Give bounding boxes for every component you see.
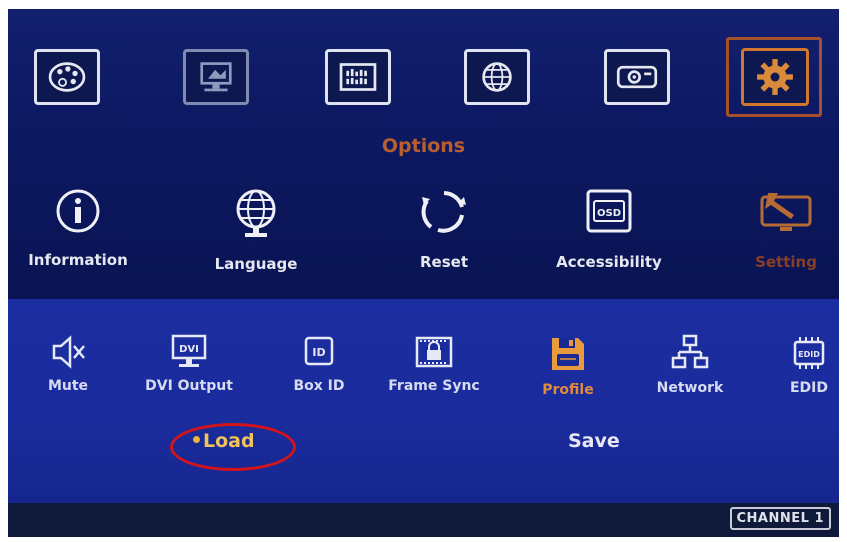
- video-wall-icon: [339, 63, 377, 91]
- monitor-icon: [200, 62, 232, 92]
- tool-box-id[interactable]: ID Box ID: [280, 334, 358, 394]
- tool-label: Network: [656, 380, 724, 396]
- svg-text:OSD: OSD: [597, 208, 621, 219]
- menu-globe[interactable]: [464, 49, 530, 105]
- tool-dvi-output[interactable]: DVI DVI Output: [130, 334, 248, 394]
- profile-icon: [552, 338, 584, 370]
- frame-sync-icon: [415, 336, 453, 368]
- language-globe-icon: [236, 189, 276, 237]
- submenu-setting[interactable]: Setting: [736, 187, 836, 271]
- tool-edid[interactable]: EDID EDID: [780, 334, 838, 396]
- gear-icon: [757, 59, 793, 95]
- save-label: Save: [568, 430, 620, 452]
- submenu-label: Accessibility: [556, 253, 662, 271]
- submenu-information[interactable]: Information: [10, 187, 146, 269]
- tool-mute[interactable]: Mute: [38, 334, 98, 394]
- globe-icon: [482, 62, 512, 92]
- menu-settings[interactable]: [741, 48, 809, 106]
- submenu-tools-panel: [8, 299, 839, 503]
- submenu-reset[interactable]: Reset: [394, 187, 494, 271]
- edid-icon: EDID: [793, 337, 825, 369]
- projector-icon: [616, 65, 658, 89]
- tool-label: EDID: [789, 380, 828, 396]
- menu-projector[interactable]: [604, 49, 670, 105]
- status-bar: CHANNEL 1: [8, 503, 839, 537]
- tool-label: Profile: [542, 382, 594, 398]
- dvi-output-icon: DVI: [171, 334, 207, 367]
- palette-icon: [48, 62, 86, 92]
- osd-screen: Options Information Language Reset OSD A…: [8, 9, 839, 537]
- tool-label: DVI Output: [145, 378, 233, 394]
- menu-monitor[interactable]: [183, 49, 249, 105]
- channel-indicator: CHANNEL 1: [729, 507, 831, 530]
- network-icon: [671, 334, 709, 369]
- highlight-circle: [170, 423, 296, 471]
- section-title: Options: [381, 135, 466, 157]
- submenu-language[interactable]: Language: [196, 187, 316, 273]
- tool-label: Box ID: [293, 378, 345, 394]
- svg-text:EDID: EDID: [798, 350, 820, 359]
- reset-icon: [421, 191, 466, 233]
- tool-profile[interactable]: Profile: [528, 334, 608, 398]
- info-icon: [56, 189, 100, 233]
- tool-network[interactable]: Network: [640, 334, 740, 396]
- submenu-label: Information: [28, 251, 128, 269]
- menu-video-wall[interactable]: [325, 49, 391, 105]
- submenu-label: Reset: [420, 253, 468, 271]
- save-option[interactable]: Save: [568, 430, 620, 452]
- tool-frame-sync[interactable]: Frame Sync: [364, 334, 504, 394]
- submenu-accessibility[interactable]: OSD Accessibility: [534, 187, 684, 271]
- box-id-icon: ID: [304, 336, 334, 366]
- svg-text:ID: ID: [312, 346, 325, 359]
- setting-tools-icon: [760, 193, 812, 231]
- mute-icon: [52, 335, 85, 369]
- tool-label: Mute: [47, 378, 89, 394]
- top-menu-panel: Options Information Language Reset OSD A…: [8, 9, 839, 299]
- menu-palette[interactable]: [34, 49, 100, 105]
- submenu-label: Language: [214, 255, 298, 273]
- submenu-label: Setting: [755, 253, 817, 271]
- tool-label: Frame Sync: [388, 378, 480, 394]
- osd-icon: OSD: [586, 189, 632, 233]
- svg-text:DVI: DVI: [179, 344, 199, 355]
